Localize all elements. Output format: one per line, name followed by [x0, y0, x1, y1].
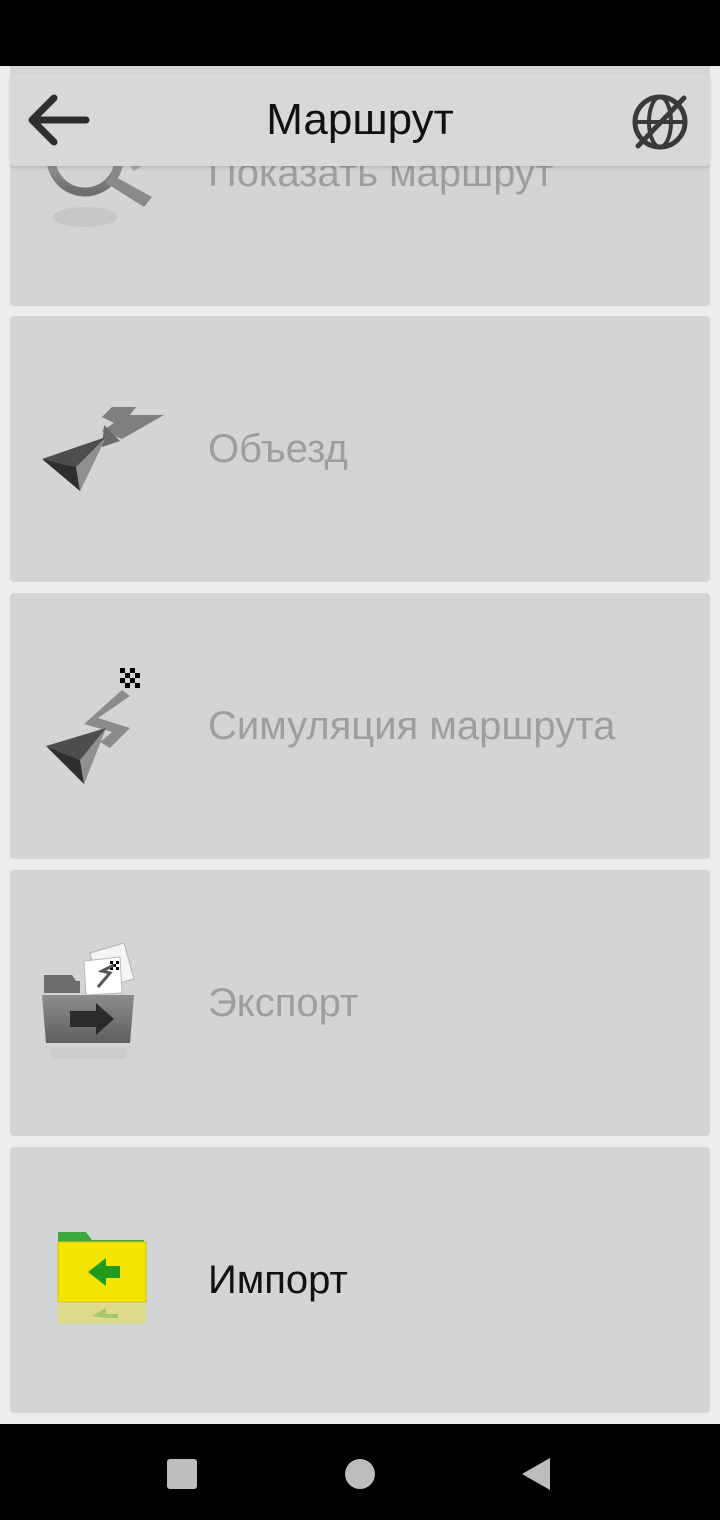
- app-bar: Маршрут: [10, 74, 710, 166]
- square-icon[interactable]: [160, 1452, 204, 1496]
- menu-item-export[interactable]: Экспорт: [10, 870, 710, 1136]
- page-title: Маршрут: [266, 95, 454, 144]
- detour-arrow-icon: [42, 407, 164, 491]
- globe-off-icon[interactable]: [628, 90, 692, 154]
- menu-label-detour: Объезд: [208, 427, 348, 471]
- folder-import-icon: [57, 1232, 147, 1324]
- menu-item-detour[interactable]: Объезд: [10, 316, 710, 582]
- status-bar: [0, 0, 720, 66]
- menu-item-simulation[interactable]: Симуляция маршрута: [10, 593, 710, 859]
- menu-label-import: Импорт: [208, 1258, 348, 1302]
- route-simulation-icon: [46, 668, 140, 784]
- circle-icon[interactable]: [338, 1452, 382, 1496]
- system-nav-bar: [0, 1424, 720, 1520]
- menu-label-export: Экспорт: [208, 981, 359, 1025]
- menu-item-import[interactable]: Импорт: [10, 1147, 710, 1413]
- content-area: Показать маршрут Объезд Симуляция маршру…: [0, 66, 720, 1424]
- folder-export-icon: [42, 943, 135, 1059]
- menu-label-simulation: Симуляция маршрута: [208, 704, 616, 748]
- triangle-back-icon[interactable]: [514, 1452, 558, 1496]
